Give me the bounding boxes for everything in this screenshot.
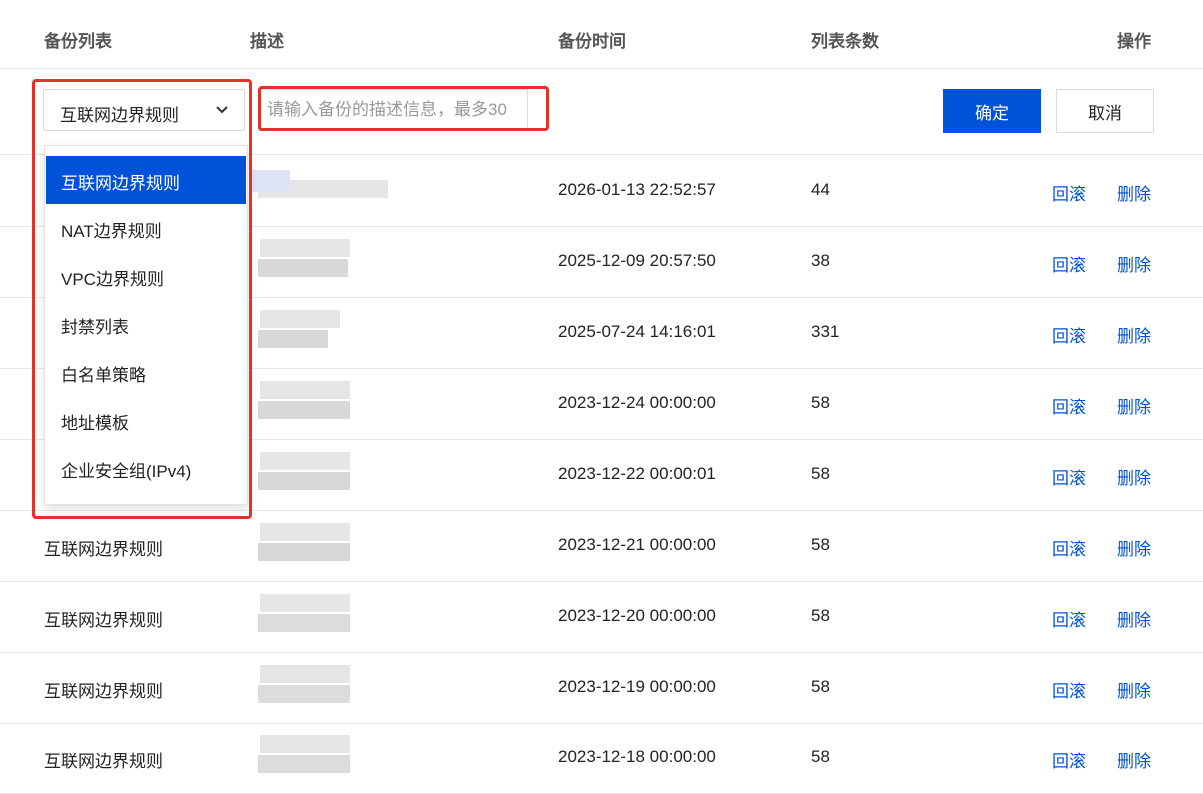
redacted-description — [250, 657, 445, 717]
dropdown-option-internet-border[interactable]: 互联网边界规则 — [46, 156, 246, 204]
row-backup-time: 2023-12-19 00:00:00 — [558, 677, 716, 696]
rollback-link[interactable]: 回滚 — [1052, 180, 1086, 205]
row-list-name: 互联网边界规则 — [44, 611, 163, 630]
delete-link[interactable]: 删除 — [1117, 322, 1151, 347]
redacted-description — [250, 231, 445, 291]
row-count: 58 — [811, 464, 830, 483]
row-count: 44 — [811, 180, 830, 199]
cancel-button[interactable]: 取消 — [1056, 89, 1154, 133]
redacted-description — [250, 373, 445, 433]
row-backup-time: 2026-01-13 22:52:57 — [558, 180, 716, 199]
confirm-button[interactable]: 确定 — [943, 89, 1041, 133]
delete-link[interactable]: 删除 — [1117, 251, 1151, 276]
rollback-link[interactable]: 回滚 — [1052, 606, 1086, 631]
row-count: 38 — [811, 251, 830, 270]
table-row: 互联网边界规则 2023-12-20 00:00:00 58 回滚 删除 — [0, 581, 1203, 653]
row-backup-time: 2023-12-24 00:00:00 — [558, 393, 716, 412]
header-backup-time: 备份时间 — [558, 32, 626, 51]
select-value: 互联网边界规则 — [60, 106, 179, 125]
redacted-description — [250, 586, 445, 646]
redacted-description — [250, 160, 445, 220]
rollback-link[interactable]: 回滚 — [1052, 464, 1086, 489]
table-row: 互联网边界规则 2023-12-19 00:00:00 58 回滚 删除 — [0, 652, 1203, 724]
backup-list-select[interactable]: 互联网边界规则 — [43, 89, 245, 131]
delete-link[interactable]: 删除 — [1117, 535, 1151, 560]
rollback-link[interactable]: 回滚 — [1052, 322, 1086, 347]
row-count: 58 — [811, 747, 830, 766]
table-header: 备份列表 描述 备份时间 列表条数 操作 — [0, 0, 1203, 69]
option-label: 地址模板 — [61, 414, 129, 433]
delete-link[interactable]: 删除 — [1117, 180, 1151, 205]
rollback-link[interactable]: 回滚 — [1052, 677, 1086, 702]
option-label: 封禁列表 — [61, 318, 129, 337]
redacted-description — [250, 444, 445, 504]
delete-link[interactable]: 删除 — [1117, 464, 1151, 489]
header-description: 描述 — [250, 32, 284, 51]
header-backup-list: 备份列表 — [44, 32, 112, 51]
redacted-description — [250, 515, 445, 575]
delete-link[interactable]: 删除 — [1117, 393, 1151, 418]
rollback-link[interactable]: 回滚 — [1052, 251, 1086, 276]
option-label: 互联网边界规则 — [61, 174, 180, 193]
table-row: 互联网边界规则 2023-12-21 00:00:00 58 回滚 删除 — [0, 510, 1203, 582]
row-count: 58 — [811, 393, 830, 412]
row-backup-time: 2023-12-20 00:00:00 — [558, 606, 716, 625]
dropdown-option-block-list[interactable]: 封禁列表 — [46, 300, 246, 348]
row-list-name: 互联网边界规则 — [44, 752, 163, 771]
row-count: 58 — [811, 677, 830, 696]
table-row: 互联网边界规则 2023-12-18 00:00:00 58 回滚 删除 — [0, 722, 1203, 794]
row-count: 331 — [811, 322, 840, 341]
row-count: 58 — [811, 606, 830, 625]
header-count: 列表条数 — [811, 32, 879, 51]
dropdown-option-whitelist-policy[interactable]: 白名单策略 — [46, 348, 246, 396]
rollback-link[interactable]: 回滚 — [1052, 535, 1086, 560]
delete-link[interactable]: 删除 — [1117, 606, 1151, 631]
delete-link[interactable]: 删除 — [1117, 677, 1151, 702]
delete-link[interactable]: 删除 — [1117, 747, 1151, 772]
row-backup-time: 2025-12-09 20:57:50 — [558, 251, 716, 270]
option-label: 企业安全组(IPv4) — [61, 462, 192, 481]
header-actions: 操作 — [1117, 32, 1151, 51]
dropdown-option-enterprise-sg-ipv4[interactable]: 企业安全组(IPv4) — [46, 444, 246, 492]
row-list-name: 互联网边界规则 — [44, 540, 163, 559]
description-input[interactable] — [258, 89, 528, 131]
option-label: VPC边界规则 — [61, 270, 164, 289]
dropdown-option-address-template[interactable]: 地址模板 — [46, 396, 246, 444]
chevron-down-icon — [216, 106, 228, 114]
redacted-description — [250, 302, 445, 362]
rollback-link[interactable]: 回滚 — [1052, 393, 1086, 418]
row-backup-time: 2023-12-22 00:00:01 — [558, 464, 716, 483]
row-backup-time: 2025-07-24 14:16:01 — [558, 322, 716, 341]
redacted-description — [250, 727, 445, 787]
dropdown-option-vpc-border[interactable]: VPC边界规则 — [46, 252, 246, 300]
row-list-name: 互联网边界规则 — [44, 682, 163, 701]
row-backup-time: 2023-12-21 00:00:00 — [558, 535, 716, 554]
row-count: 58 — [811, 535, 830, 554]
option-label: NAT边界规则 — [61, 222, 162, 241]
option-label: 白名单策略 — [61, 366, 146, 385]
row-backup-time: 2023-12-18 00:00:00 — [558, 747, 716, 766]
rollback-link[interactable]: 回滚 — [1052, 747, 1086, 772]
new-backup-row: 互联网边界规则 确定 取消 — [0, 68, 1203, 155]
backup-list-dropdown: 互联网边界规则 NAT边界规则 VPC边界规则 封禁列表 白名单策略 地址模板 … — [44, 145, 248, 505]
dropdown-option-nat-border[interactable]: NAT边界规则 — [46, 204, 246, 252]
